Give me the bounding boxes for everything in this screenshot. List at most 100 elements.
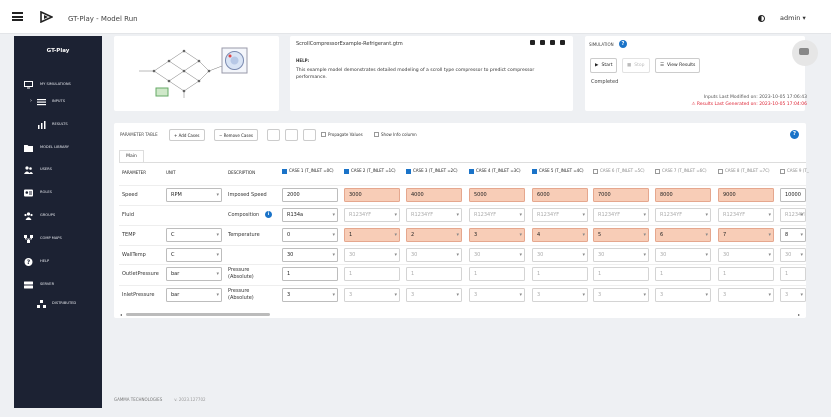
case-value-cell[interactable]: 9000 <box>718 188 774 202</box>
case-value-cell[interactable]: 7 <box>718 228 774 242</box>
case-value-cell[interactable]: 8000 <box>655 188 711 202</box>
case-value-cell[interactable]: R1234YF <box>718 208 774 222</box>
case-value-cell[interactable]: 3 <box>655 288 711 302</box>
scroll-left-icon[interactable]: ◂ <box>120 312 122 317</box>
chat-icon[interactable] <box>792 40 818 66</box>
sidebar-item-users[interactable]: USERS <box>14 163 102 177</box>
case-value-cell[interactable]: 2000 <box>282 188 338 202</box>
case-value-cell[interactable]: R1234YF <box>593 208 649 222</box>
case-value-cell[interactable]: R1234YF <box>344 208 400 222</box>
sidebar-item-help[interactable]: ? HELP <box>14 255 102 269</box>
tab-main[interactable]: Main <box>119 150 144 162</box>
edit-icon[interactable] <box>560 40 565 45</box>
case-value-cell[interactable]: 1 <box>655 267 711 281</box>
case-value-cell[interactable]: 1 <box>718 267 774 281</box>
share-icon[interactable] <box>550 40 555 45</box>
case-value-cell[interactable]: 7000 <box>593 188 649 202</box>
case-value-cell[interactable]: 1 <box>593 267 649 281</box>
case-value-cell[interactable]: 3 <box>406 288 462 302</box>
case-value-cell[interactable]: 1 <box>780 267 806 281</box>
case-value-cell[interactable]: 3 <box>469 288 525 302</box>
case-value-cell[interactable]: 3 <box>593 288 649 302</box>
remove-cases-button[interactable]: − Remove Cases <box>214 129 259 141</box>
sidebar-item-model-library[interactable]: MODEL LIBRARY <box>14 141 102 155</box>
theme-toggle-icon[interactable] <box>758 15 765 22</box>
case-value-cell[interactable]: 3 <box>469 228 525 242</box>
case-value-cell[interactable]: 1 <box>406 267 462 281</box>
case-value-cell[interactable]: 5000 <box>469 188 525 202</box>
copy-icon[interactable] <box>267 129 280 141</box>
case-value-cell[interactable]: 30 <box>532 248 588 262</box>
sidebar-item-roles[interactable]: ROLES <box>14 186 102 200</box>
case-value-cell[interactable]: 1 <box>532 267 588 281</box>
case-value-cell[interactable]: 0 <box>282 228 338 242</box>
sidebar-item-my-simulations[interactable]: MY SIMULATIONS <box>14 78 102 92</box>
case-value-cell[interactable]: 4 <box>532 228 588 242</box>
case-value-cell[interactable]: R1234YF <box>532 208 588 222</box>
scrollbar-thumb[interactable] <box>126 313 270 316</box>
case-value-cell[interactable]: 3 <box>282 288 338 302</box>
menu-icon[interactable] <box>12 12 23 21</box>
unit-select[interactable]: bar <box>166 288 222 302</box>
case-value-cell[interactable]: 4000 <box>406 188 462 202</box>
case-checkbox[interactable] <box>406 168 411 174</box>
propagate-values-checkbox[interactable] <box>321 132 326 137</box>
case-value-cell[interactable]: 6000 <box>532 188 588 202</box>
case-value-cell[interactable]: 30 <box>593 248 649 262</box>
sidebar-item-comp-maps[interactable]: COMP MAPS <box>14 232 102 246</box>
case-value-cell[interactable]: 3 <box>532 288 588 302</box>
show-info-checkbox[interactable] <box>374 132 379 137</box>
unit-select[interactable]: C <box>166 248 222 262</box>
case-value-cell[interactable]: 6 <box>655 228 711 242</box>
case-value-cell[interactable]: 1 <box>344 228 400 242</box>
case-checkbox[interactable] <box>655 168 660 174</box>
case-value-cell[interactable]: 30 <box>718 248 774 262</box>
case-value-cell[interactable]: R1234YF <box>780 208 806 222</box>
case-value-cell[interactable]: 30 <box>282 248 338 262</box>
view-results-button[interactable]: ☰ View Results <box>655 58 701 73</box>
case-value-cell[interactable]: 30 <box>344 248 400 262</box>
unit-select[interactable]: C <box>166 228 222 242</box>
info-icon[interactable]: i <box>265 211 272 218</box>
case-value-cell[interactable]: R1234YF <box>655 208 711 222</box>
save-icon[interactable] <box>530 40 535 45</box>
case-value-cell[interactable]: 2 <box>406 228 462 242</box>
case-value-cell[interactable]: R1234YF <box>406 208 462 222</box>
sidebar-item-distributed[interactable]: DISTRIBUTED <box>14 297 102 311</box>
horizontal-scrollbar[interactable]: ◂ ▸ <box>120 312 800 317</box>
case-checkbox[interactable] <box>344 168 349 174</box>
case-value-cell[interactable]: 8 <box>780 228 806 242</box>
scroll-right-icon[interactable]: ▸ <box>798 312 800 317</box>
add-cases-button[interactable]: + Add Cases <box>169 129 205 141</box>
start-button[interactable]: ▶ Start <box>590 58 618 73</box>
case-value-cell[interactable]: 30 <box>780 248 806 262</box>
case-value-cell[interactable]: 10000 <box>780 188 806 202</box>
sidebar-item-groups[interactable]: GROUPS <box>14 209 102 223</box>
case-value-cell[interactable]: 3000 <box>344 188 400 202</box>
case-value-cell[interactable]: 5 <box>593 228 649 242</box>
case-value-cell[interactable]: 3 <box>780 288 806 302</box>
unit-select[interactable]: RPM <box>166 188 222 202</box>
stop-button[interactable]: ■ Stop <box>622 58 650 73</box>
undo-icon[interactable] <box>285 129 298 141</box>
user-menu[interactable]: admin ▾ <box>780 14 806 22</box>
case-checkbox[interactable] <box>469 168 474 174</box>
case-checkbox[interactable] <box>532 168 537 174</box>
table-help-icon[interactable]: ? <box>790 130 799 139</box>
sidebar-item-results[interactable]: RESULTS <box>14 118 102 132</box>
case-value-cell[interactable]: 3 <box>718 288 774 302</box>
case-checkbox[interactable] <box>593 168 598 174</box>
case-checkbox[interactable] <box>718 168 723 174</box>
case-value-cell[interactable]: R134a <box>282 208 338 222</box>
case-value-cell[interactable]: 1 <box>469 267 525 281</box>
sidebar-item-inputs[interactable]: › INPUTS <box>14 95 102 109</box>
case-value-cell[interactable]: 30 <box>406 248 462 262</box>
case-value-cell[interactable]: 1 <box>282 267 338 281</box>
case-value-cell[interactable]: 30 <box>469 248 525 262</box>
sidebar-item-server[interactable]: SERVER <box>14 278 102 292</box>
case-value-cell[interactable]: R1234YF <box>469 208 525 222</box>
simulation-help-icon[interactable]: ? <box>619 40 627 48</box>
case-value-cell[interactable]: 1 <box>344 267 400 281</box>
case-value-cell[interactable]: 3 <box>344 288 400 302</box>
case-checkbox[interactable] <box>282 168 287 174</box>
